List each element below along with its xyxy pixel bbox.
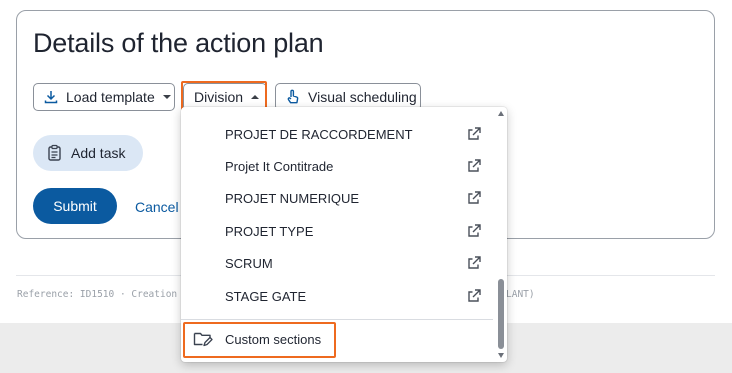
external-link-icon[interactable]	[466, 190, 482, 206]
menu-divider	[181, 319, 493, 320]
scroll-up-arrow-icon[interactable]	[498, 111, 504, 116]
load-template-button[interactable]: Load template	[33, 83, 175, 111]
scrollbar-thumb[interactable]	[498, 279, 504, 349]
custom-sections-item[interactable]: Custom sections	[181, 323, 493, 355]
menu-item-label: STAGE GATE	[225, 288, 307, 304]
external-link-icon[interactable]	[466, 223, 482, 239]
download-icon	[44, 89, 58, 105]
external-link-icon[interactable]	[466, 288, 482, 304]
menu-item-label: SCRUM	[225, 255, 273, 271]
division-label: Division	[194, 89, 244, 105]
hand-pointer-icon	[286, 89, 300, 105]
menu-item-label: PROJET TYPE	[225, 223, 314, 239]
menu-scrollbar[interactable]	[495, 107, 507, 362]
menu-item-label: PROJET DE RACCORDEMENT	[225, 126, 413, 142]
visual-scheduling-label: Visual scheduling	[308, 89, 417, 105]
folder-edit-icon	[193, 330, 213, 348]
menu-item[interactable]: STAGE GATE	[181, 280, 493, 312]
menu-item-label: PROJET NUMERIQUE	[225, 190, 360, 206]
page-title: Details of the action plan	[33, 28, 324, 58]
chevron-down-icon	[162, 95, 171, 99]
menu-item-label: Projet It Contitrade	[225, 158, 334, 174]
reference-text-tail: LANT)	[506, 289, 535, 300]
menu-item[interactable]: SCRUM	[181, 247, 493, 279]
cancel-link[interactable]: Cancel	[135, 199, 179, 215]
chevron-up-icon	[251, 95, 260, 99]
page: Details of the action plan Load template…	[0, 0, 732, 373]
menu-item[interactable]: Projet It Contitrade	[181, 150, 493, 182]
external-link-icon[interactable]	[466, 126, 482, 142]
load-template-label: Load template	[66, 89, 155, 105]
submit-button[interactable]: Submit	[33, 188, 117, 224]
menu-item[interactable]: PROJET NUMERIQUE	[181, 182, 493, 214]
add-task-button[interactable]: Add task	[33, 135, 143, 171]
reference-text: Reference: ID1510 · Creation c	[17, 289, 189, 300]
menu-item[interactable]: PROJET DE RACCORDEMENT	[181, 118, 493, 150]
add-task-label: Add task	[71, 145, 126, 161]
external-link-icon[interactable]	[466, 255, 482, 271]
clipboard-list-icon	[47, 144, 65, 162]
menu-item[interactable]: PROJET TYPE	[181, 215, 493, 247]
division-dropdown-menu: PROJET DE RACCORDEMENT Projet It Contitr…	[181, 107, 507, 362]
scroll-down-arrow-icon[interactable]	[498, 353, 504, 358]
external-link-icon[interactable]	[466, 158, 482, 174]
custom-sections-label: Custom sections	[225, 331, 322, 347]
